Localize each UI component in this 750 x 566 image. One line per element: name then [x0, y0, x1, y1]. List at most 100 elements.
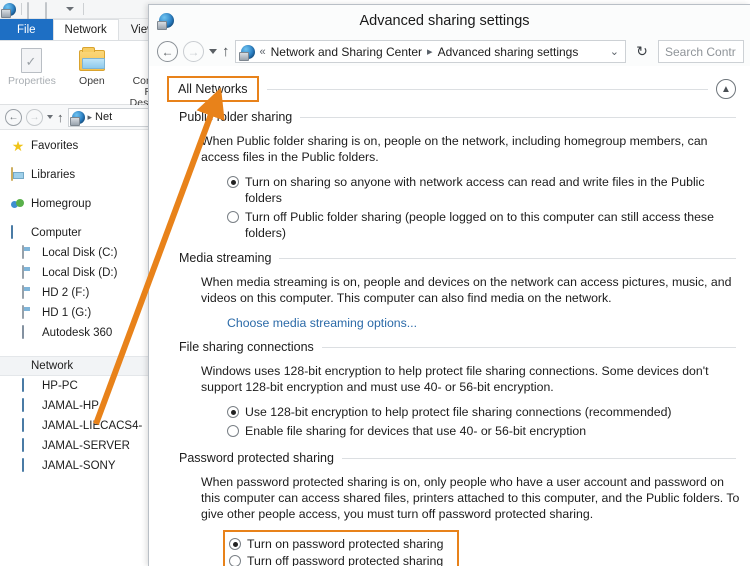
radio-icon[interactable] [227, 211, 239, 223]
section-rule [279, 257, 736, 259]
section-description: When media streaming is on, people and d… [201, 275, 732, 305]
radio-icon[interactable] [229, 555, 241, 566]
refresh-icon[interactable]: ↻ [631, 41, 653, 63]
nav-item-network[interactable]: Network [0, 356, 151, 376]
network-globe-icon [69, 110, 85, 126]
nav-label: JAMAL-HP [42, 400, 99, 412]
nav-label: JAMAL-LIECACS4- [42, 420, 143, 432]
radio-label: Turn on password protected sharing [247, 537, 444, 551]
breadcrumb[interactable]: « Network and Sharing Center ▸ Advanced … [234, 40, 626, 63]
breadcrumb-item-network-sharing-center[interactable]: Network and Sharing Center [271, 45, 422, 59]
nav-item-jamal-sony[interactable]: JAMAL-SONY [0, 456, 151, 476]
network-globe-icon [11, 359, 25, 373]
nav-label: HD 2 (F:) [42, 287, 90, 299]
drive-icon [22, 285, 36, 300]
radio-icon[interactable] [227, 425, 239, 437]
tab-file[interactable]: File [0, 19, 53, 40]
nav-label: Autodesk 360 [42, 327, 113, 339]
cloud-icon [22, 325, 36, 340]
computer-icon [22, 458, 36, 473]
drive-icon [22, 245, 36, 260]
section-heading: Media streaming [179, 251, 272, 265]
nav-item-libraries[interactable]: Libraries [0, 165, 151, 185]
nav-label: Network [31, 360, 74, 372]
nav-label: JAMAL-SONY [42, 460, 116, 472]
section-rule [300, 116, 736, 118]
nav-item-jamal-liecacs4[interactable]: JAMAL-LIECACS4- [0, 416, 151, 436]
section-file-sharing-connections: File sharing connections [149, 340, 750, 354]
section-heading: Password protected sharing [179, 451, 334, 465]
radio-icon-selected[interactable] [227, 176, 239, 188]
nav-item-hd1-g[interactable]: HD 1 (G:) [0, 303, 151, 323]
network-globe-icon [1, 2, 16, 18]
chevron-up-icon[interactable]: ▲ [716, 79, 736, 99]
ribbon-open-button[interactable]: Open [66, 46, 118, 87]
nav-item-hp-pc[interactable]: HP-PC [0, 376, 151, 396]
forward-arrow-icon[interactable]: → [26, 108, 43, 126]
nav-item-local-disk-d[interactable]: Local Disk (D:) [0, 263, 151, 283]
nav-item-computer[interactable]: Computer [0, 223, 151, 243]
screenshot-root: File Network View Properties Open Conn [0, 0, 750, 566]
section-media-streaming: Media streaming [149, 251, 750, 265]
radio-label: Enable file sharing for devices that use… [245, 424, 587, 438]
radio-icon-selected[interactable] [227, 406, 239, 418]
customize-caret-icon[interactable] [66, 7, 74, 11]
new-page-icon[interactable] [27, 1, 40, 21]
nav-item-favorites[interactable]: ★ Favorites [0, 136, 151, 156]
properties-page-icon[interactable] [45, 1, 58, 21]
breadcrumb-item-advanced-sharing-settings[interactable]: Advanced sharing settings [438, 45, 579, 59]
back-arrow-icon[interactable]: ← [157, 41, 178, 62]
toolbar-divider-2 [83, 3, 84, 15]
radio-option-use-128-bit-encryption[interactable]: Use 128-bit encryption to help protect f… [227, 404, 750, 420]
all-networks-highlight-box: All Networks [167, 76, 260, 102]
recent-locations-caret[interactable] [47, 115, 53, 119]
up-arrow-icon[interactable]: ↑ [57, 111, 64, 124]
chevron-down-icon[interactable]: ⌄ [610, 45, 621, 58]
radio-option-turn-on-password-protected-sharing[interactable]: Turn on password protected sharing [229, 536, 443, 552]
section-rule [321, 346, 736, 348]
nav-item-homegroup[interactable]: Homegroup [0, 194, 151, 214]
crumb-separator: ▸ [87, 111, 93, 122]
ribbon-open-label: Open [79, 75, 105, 87]
password-sharing-highlight-wrap: Turn on password protected sharing Turn … [149, 530, 750, 566]
profile-name-all-networks[interactable]: All Networks [169, 78, 257, 100]
section-heading: Public folder sharing [179, 110, 293, 124]
forward-arrow-icon[interactable]: → [183, 41, 204, 62]
radio-option-turn-off-public-folder-sharing[interactable]: Turn off Public folder sharing (people l… [227, 209, 750, 241]
nav-item-hd2-f[interactable]: HD 2 (F:) [0, 283, 151, 303]
radio-option-turn-on-sharing[interactable]: Turn on sharing so anyone with network a… [227, 174, 750, 206]
radio-label: Turn off password protected sharing [247, 554, 444, 566]
nav-label: HD 1 (G:) [42, 307, 92, 319]
nav-label: Local Disk (D:) [42, 267, 118, 279]
nav-item-jamal-hp[interactable]: JAMAL-HP [0, 396, 151, 416]
search-input[interactable]: Search Contr [658, 40, 744, 63]
password-sharing-highlight-box: Turn on password protected sharing Turn … [223, 530, 460, 566]
nav-item-local-disk-c[interactable]: Local Disk (C:) [0, 243, 151, 263]
nav-item-jamal-server[interactable]: JAMAL-SERVER [0, 436, 151, 456]
nav-label: JAMAL-SERVER [42, 440, 130, 452]
ribbon-properties-label: Properties [8, 75, 56, 87]
section-password-protected-sharing: Password protected sharing [149, 451, 750, 465]
up-arrow-icon[interactable]: ↑ [222, 44, 230, 59]
computer-icon [22, 438, 36, 453]
radio-option-enable-40-56-bit-encryption[interactable]: Enable file sharing for devices that use… [227, 423, 750, 439]
section-heading: File sharing connections [179, 340, 314, 354]
radio-group-file-sharing-connections: Use 128-bit encryption to help protect f… [149, 404, 750, 439]
section-description: When password protected sharing is on, o… [201, 475, 740, 521]
tab-network[interactable]: Network [52, 19, 119, 40]
computer-icon [22, 418, 36, 433]
section-rule [267, 88, 708, 90]
link-choose-media-streaming-options[interactable]: Choose media streaming options... [149, 316, 750, 330]
advanced-sharing-settings-window: Advanced sharing settings ← → ↑ « Networ… [148, 4, 750, 566]
nav-label: Computer [31, 227, 82, 239]
overflow-chevrons-icon[interactable]: « [260, 46, 266, 58]
ribbon-properties-button[interactable]: Properties [6, 46, 58, 87]
radio-label: Turn off Public folder sharing (people l… [245, 210, 714, 240]
star-icon: ★ [11, 138, 25, 154]
radio-option-turn-off-password-protected-sharing[interactable]: Turn off password protected sharing [229, 553, 443, 566]
recent-locations-caret[interactable] [209, 49, 217, 54]
explorer-path-text: Net [95, 111, 113, 123]
radio-icon-selected[interactable] [229, 538, 241, 550]
back-arrow-icon[interactable]: ← [5, 108, 22, 126]
nav-item-autodesk-360[interactable]: Autodesk 360 [0, 323, 151, 343]
